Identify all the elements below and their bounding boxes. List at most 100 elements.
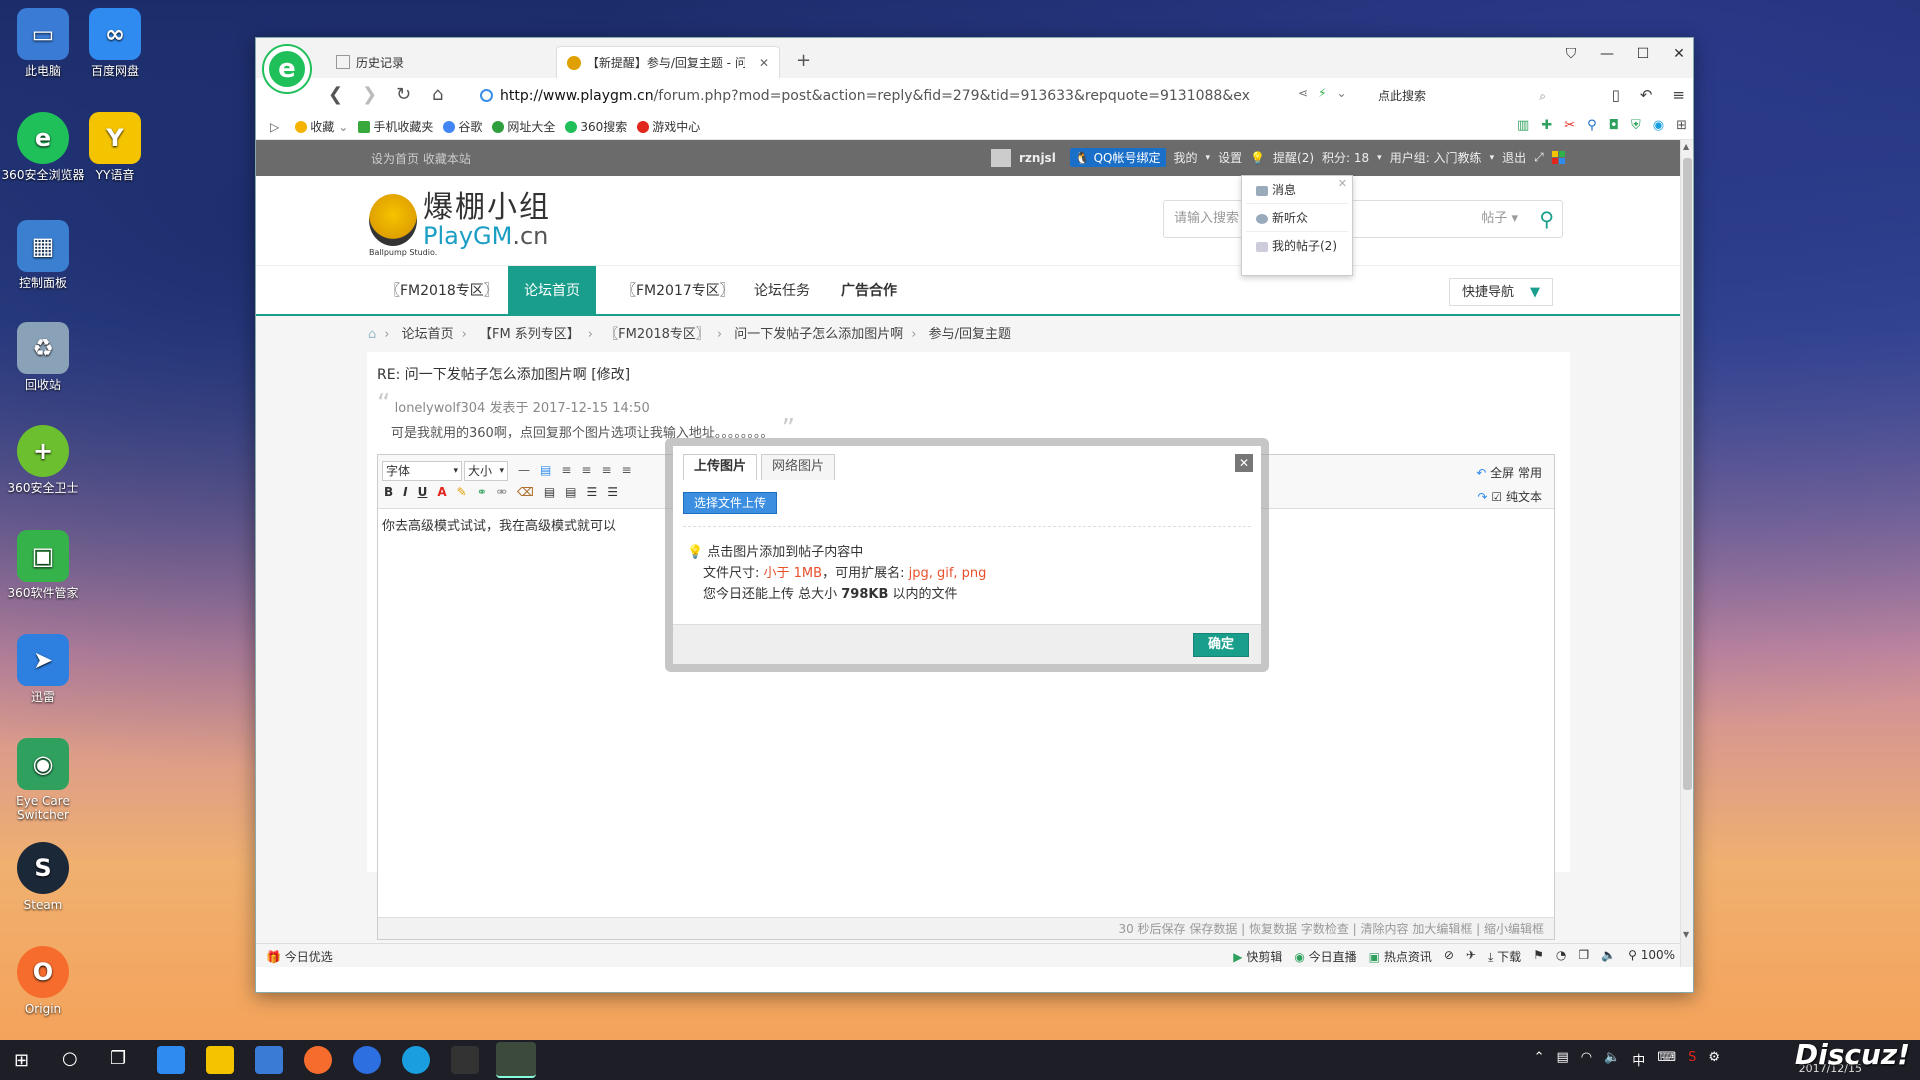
highlight-icon[interactable]: ✎ bbox=[457, 485, 467, 499]
unity-icon[interactable] bbox=[451, 1046, 479, 1074]
italic-button[interactable]: I bbox=[403, 485, 407, 499]
sidebar-toggle-icon[interactable]: ▷ bbox=[270, 120, 279, 134]
desktop-icon-control-panel[interactable]: ▦ 控制面板 bbox=[0, 220, 86, 290]
quick-edit-link[interactable]: ▶ 快剪辑 bbox=[1233, 948, 1282, 965]
flag-icon[interactable]: ⚑ bbox=[1533, 948, 1544, 965]
user-group-link[interactable]: 用户组: 入门教练 bbox=[1390, 149, 1482, 166]
zoom-level[interactable]: ⚲ 100% bbox=[1628, 948, 1675, 965]
wifi-icon[interactable]: ◠ bbox=[1581, 1050, 1592, 1069]
download-link[interactable]: ⤓ 下载 bbox=[1488, 948, 1521, 965]
forward-icon[interactable]: ❯ bbox=[362, 84, 377, 105]
reminder-link[interactable]: 提醒(2) bbox=[1273, 149, 1314, 166]
search-input[interactable]: 点此搜索 ⌕ bbox=[1372, 83, 1552, 109]
search-icon[interactable]: ⌕ bbox=[1539, 83, 1546, 109]
refresh-icon[interactable]: ↻ bbox=[396, 84, 411, 105]
app-taskbar-icon[interactable] bbox=[255, 1046, 283, 1074]
undo-icon[interactable]: ↶ bbox=[1640, 86, 1653, 104]
settings-gear-icon[interactable]: ⚙ bbox=[1708, 1050, 1720, 1069]
unlink-icon[interactable]: ⚮ bbox=[497, 485, 507, 499]
share-icon[interactable]: ⋖ bbox=[1298, 86, 1308, 100]
file-explorer-icon[interactable] bbox=[206, 1046, 234, 1074]
align-right-icon[interactable]: ≡ bbox=[601, 463, 611, 477]
task-view-icon[interactable]: ❐ bbox=[110, 1048, 126, 1069]
magnifier-icon[interactable]: ⚲ bbox=[1587, 118, 1597, 133]
tab-close-icon[interactable]: ✕ bbox=[759, 56, 769, 70]
dropdown-item-my-posts[interactable]: 我的帖子(2) bbox=[1246, 232, 1348, 260]
gamepad-icon[interactable]: ◘ bbox=[1609, 118, 1619, 133]
hr-icon[interactable]: — bbox=[518, 463, 530, 477]
today-picks[interactable]: 🎁 今日优选 bbox=[266, 948, 333, 965]
dialog-close-icon[interactable]: ✕ bbox=[1235, 454, 1253, 472]
network-icon[interactable]: ▤ bbox=[1556, 1050, 1568, 1069]
breadcrumb-item[interactable]: 〖FM2018专区〗 bbox=[605, 327, 709, 342]
home-icon[interactable]: ⌂ bbox=[368, 327, 376, 342]
size-select[interactable]: 大小 ▾ bbox=[464, 461, 508, 481]
fav-collect[interactable]: 收藏 ⌄ bbox=[295, 118, 348, 135]
nav-forum-tasks[interactable]: 论坛任务 bbox=[738, 266, 826, 316]
url-input[interactable]: http://www.playgm.cn/forum.php?mod=post&… bbox=[478, 84, 1328, 108]
fullscreen-common-links[interactable]: 全屏 常用 bbox=[1490, 466, 1542, 480]
fav-url-directory[interactable]: 网址大全 bbox=[492, 118, 555, 135]
scissors-icon[interactable]: ✂ bbox=[1564, 118, 1575, 133]
unordered-list-icon[interactable]: ☰ bbox=[607, 485, 618, 499]
table-icon[interactable]: ▤ bbox=[540, 463, 551, 477]
tab-upload-image[interactable]: 上传图片 bbox=[683, 454, 758, 480]
breadcrumb-item[interactable]: 【FM 系列专区】 bbox=[479, 327, 580, 342]
firefox-icon[interactable] bbox=[304, 1046, 332, 1074]
chevron-down-icon[interactable]: ⌄ bbox=[1337, 86, 1347, 100]
fav-mobile[interactable]: 手机收藏夹 bbox=[358, 118, 433, 135]
align-center-icon[interactable]: ≡ bbox=[581, 463, 591, 477]
qq-bind-button[interactable]: 🐧 QQ帐号绑定 bbox=[1069, 148, 1166, 167]
chevron-up-icon[interactable]: ⌃ bbox=[1534, 1050, 1545, 1069]
page-scrollbar[interactable]: ▲ ▼ bbox=[1680, 140, 1693, 967]
desktop-icon-recycle-bin[interactable]: ♻ 回收站 bbox=[0, 322, 86, 392]
speaker-icon[interactable]: 🔈 bbox=[1604, 1050, 1620, 1069]
back-icon[interactable]: ❮ bbox=[328, 84, 343, 105]
desktop-icon-360-software[interactable]: ▣ 360软件管家 bbox=[0, 530, 86, 600]
align-left-icon[interactable]: ≡ bbox=[561, 463, 571, 477]
new-tab-button[interactable]: + bbox=[796, 50, 811, 71]
tab-reply[interactable]: 【新提醒】参与/回复主题 - 问··· ✕ bbox=[556, 46, 780, 78]
eraser-icon[interactable]: ⌫ bbox=[517, 485, 534, 499]
fullscreen-icon[interactable]: ⤢ bbox=[1534, 150, 1544, 165]
confirm-button[interactable]: 确定 bbox=[1192, 633, 1249, 657]
logout-link[interactable]: 退出 bbox=[1502, 149, 1526, 166]
reader-icon[interactable]: ▥ bbox=[1517, 118, 1529, 133]
sogou-icon[interactable]: S bbox=[1688, 1050, 1696, 1069]
nav-fm2017[interactable]: 〖FM2017专区〗 bbox=[606, 266, 750, 316]
desktop-icon-360-guard[interactable]: +360安全卫士 bbox=[0, 425, 86, 495]
tab-web-image[interactable]: 网络图片 bbox=[761, 454, 836, 480]
windows-start-icon[interactable]: ⊞ bbox=[14, 1050, 29, 1071]
maximize-button[interactable]: ☐ bbox=[1635, 46, 1651, 62]
home-icon[interactable]: ⌂ bbox=[432, 84, 443, 105]
ime-icon[interactable]: ⌨ bbox=[1657, 1050, 1676, 1069]
breadcrumb-item[interactable]: 问一下发帖子怎么添加图片啊 bbox=[734, 327, 903, 342]
clear-icon[interactable]: ◔ bbox=[1556, 948, 1566, 965]
plain-text-checkbox[interactable]: ☑ bbox=[1491, 490, 1502, 504]
link-icon[interactable]: ⚭ bbox=[477, 485, 487, 499]
font-color-icon[interactable]: A bbox=[437, 485, 446, 499]
undo-arrow-icon[interactable]: ↶ bbox=[1476, 466, 1486, 480]
window-icon[interactable]: ❐ bbox=[1578, 948, 1589, 965]
dropdown-item-followers[interactable]: 新听众 bbox=[1246, 204, 1348, 232]
points-link[interactable]: 积分: 18 bbox=[1322, 149, 1369, 166]
fav-360-search[interactable]: 360搜索 bbox=[565, 118, 627, 135]
site-logo[interactable]: 爆棚小组 PlayGM.cn Ballpump Studio. bbox=[369, 192, 551, 257]
nav-fm2018[interactable]: 〖FM2018专区〗 bbox=[370, 266, 514, 316]
kugou-icon[interactable] bbox=[353, 1046, 381, 1074]
site-toolbar-left[interactable]: 设为首页 收藏本站 bbox=[371, 150, 471, 167]
speed-icon[interactable]: ⊘ bbox=[1444, 948, 1454, 965]
bold-button[interactable]: B bbox=[384, 485, 393, 499]
color-grid-icon[interactable] bbox=[1551, 151, 1565, 164]
volume-icon[interactable]: 🔈 bbox=[1601, 948, 1616, 965]
nav-ads[interactable]: 广告合作 bbox=[825, 266, 913, 316]
desktop-icon-yy[interactable]: Y YY语音 bbox=[72, 112, 158, 182]
close-icon[interactable]: ✕ bbox=[1338, 177, 1347, 190]
font-select[interactable]: 字体 ▾ bbox=[382, 461, 462, 481]
news-link[interactable]: ▣ 热点资讯 bbox=[1369, 948, 1432, 965]
align-justify-icon[interactable]: ≡ bbox=[622, 463, 632, 477]
speed-mode-icon[interactable]: ⚡ bbox=[1318, 86, 1326, 100]
tab-history[interactable]: 历史记录 bbox=[326, 46, 414, 78]
editor-footer[interactable]: 30 秒后保存 保存数据 | 恢复数据 字数检查 | 清除内容 加大编辑框 | … bbox=[378, 917, 1554, 939]
dropdown-item-messages[interactable]: 消息 bbox=[1246, 176, 1348, 204]
